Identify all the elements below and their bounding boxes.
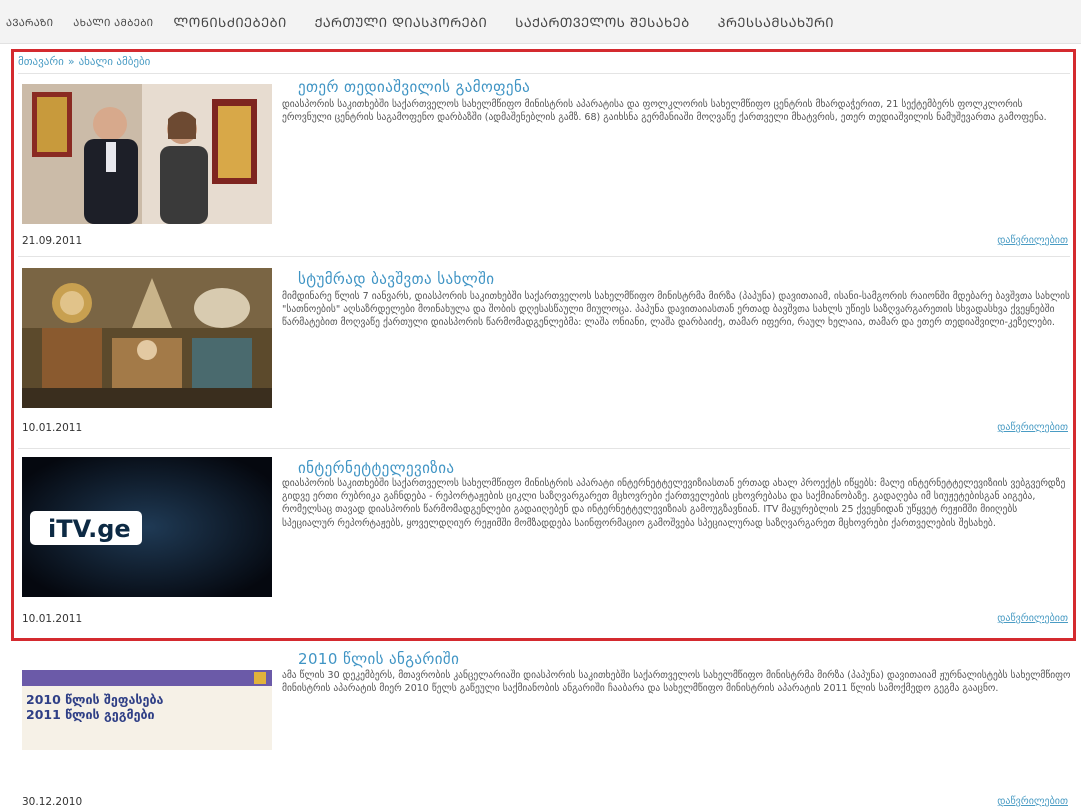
itv-logo-text: iTV.ge xyxy=(48,515,131,543)
news-date: 21.09.2011 xyxy=(22,235,83,247)
nav-item-home[interactable]: ᲐᲕᲐᲠᲐᲖᲘ xyxy=(6,15,53,29)
read-more-link[interactable]: დაწვრილებით xyxy=(997,796,1068,807)
nav-item-about-georgia[interactable]: ᲡᲐᲥᲐᲠᲗᲕᲔᲚᲝᲡ ᲨᲔᲡᲐᲮᲔᲑ xyxy=(515,13,690,31)
exhibition-photo xyxy=(22,84,272,224)
itv-logo-image: iTV.ge xyxy=(22,457,272,597)
news-title[interactable]: 2010 წლის ანგარიში xyxy=(298,650,459,668)
report-cover-text: 2010 წლის შეფასება 2011 წლის გეგმები xyxy=(26,692,163,722)
divider xyxy=(18,73,1070,74)
breadcrumb-separator: » xyxy=(67,55,75,68)
news-date: 30.12.2010 xyxy=(22,796,83,808)
nav-item-diaspora[interactable]: ᲥᲐᲠᲗᲣᲚᲘ ᲓᲘᲐᲡᲞᲝᲠᲔᲑᲘ xyxy=(315,13,488,31)
report-cover-line: 2011 წლის გეგმები xyxy=(26,707,155,722)
news-date: 10.01.2011 xyxy=(22,422,83,434)
divider xyxy=(18,256,1070,257)
nav-item-news[interactable]: ᲐᲮᲐᲚᲘ ᲐᲛᲑᲔᲑᲘ xyxy=(73,15,153,29)
news-item: iTV.ge ინტერნეტტელევიზია დიასპორის საკით… xyxy=(18,455,1076,637)
read-more-link[interactable]: დაწვრილებით xyxy=(997,613,1068,624)
news-title[interactable]: სტუმრად ბავშვთა სახლში xyxy=(298,270,494,288)
read-more-link[interactable]: დაწვრილებით xyxy=(997,422,1068,433)
news-thumbnail[interactable] xyxy=(22,268,272,408)
news-title[interactable]: ინტერნეტტელევიზია xyxy=(298,459,454,477)
news-summary: დიასპორის საკითხებში საქართველოს სახელმწ… xyxy=(282,478,1066,529)
news-thumbnail[interactable]: iTV.ge xyxy=(22,457,272,597)
breadcrumb-home-link[interactable]: მთავარი xyxy=(18,55,64,68)
news-thumbnail[interactable]: 2010 წლის შეფასება 2011 წლის გეგმები xyxy=(22,670,272,750)
news-item: სტუმრად ბავშვთა სახლში მიმდინარე წლის 7 … xyxy=(18,264,1076,444)
news-summary: ამა წლის 30 დეკემბერს, მთავრობის კანცელა… xyxy=(282,670,1071,695)
news-title[interactable]: ეთერ თედიაშვილის გამოფენა xyxy=(298,78,530,96)
news-item: ეთერ თედიაშვილის გამოფენა დიასპორის საკი… xyxy=(18,78,1076,252)
news-summary: დიასპორის საკითხებში საქართველოს სახელმწ… xyxy=(282,99,1047,124)
breadcrumb-current: ახალი ამბები xyxy=(78,55,151,68)
read-more-link[interactable]: დაწვრილებით xyxy=(997,235,1068,246)
divider xyxy=(18,448,1070,449)
news-item: 2010 წლის შეფასება 2011 წლის გეგმები 201… xyxy=(18,648,1076,809)
news-summary: მიმდინარე წლის 7 იანვარს, დიასპორის საკი… xyxy=(282,291,1071,329)
nav-item-events[interactable]: ᲚᲝᲜᲘᲡᲫᲘᲔᲑᲔᲑᲘ xyxy=(173,13,286,31)
breadcrumb: მთავარი» ახალი ამბები xyxy=(18,55,150,68)
news-date: 10.01.2011 xyxy=(22,613,83,625)
report-cover-line: 2010 წლის შეფასება xyxy=(26,692,164,707)
top-navigation: ᲐᲕᲐᲠᲐᲖᲘ ᲐᲮᲐᲚᲘ ᲐᲛᲑᲔᲑᲘ ᲚᲝᲜᲘᲡᲫᲘᲔᲑᲔᲑᲘ ᲥᲐᲠᲗᲣᲚ… xyxy=(0,0,1081,44)
nav-item-press[interactable]: ᲞᲠᲔᲡᲡᲐᲛᲡᲐᲮᲣᲠᲘ xyxy=(718,13,834,31)
news-thumbnail[interactable] xyxy=(22,84,272,224)
nativity-icon-painting xyxy=(22,268,272,408)
